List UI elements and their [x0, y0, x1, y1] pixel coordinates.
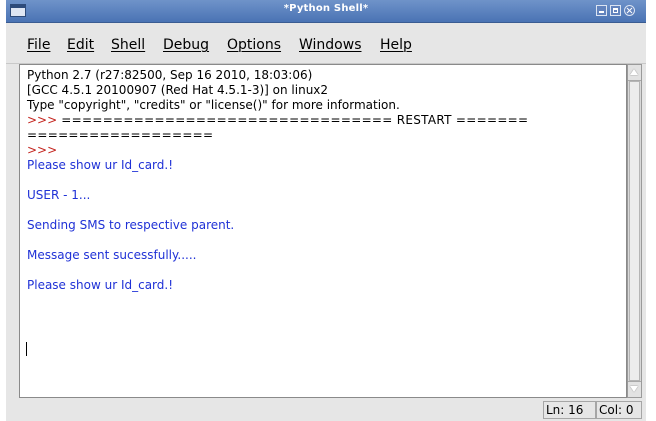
python-shell-window: *Python Shell* File Edit Shell Debug Opt… [6, 0, 646, 421]
prompt: >>> [27, 143, 58, 157]
prompt: >>> [27, 113, 58, 127]
maximize-button[interactable] [610, 5, 621, 16]
text-cursor [26, 342, 27, 356]
minimize-button[interactable] [596, 5, 607, 16]
shell-text-area[interactable]: Python 2.7 (r27:82500, Sep 16 2010, 18:0… [19, 64, 627, 398]
menu-bar: File Edit Shell Debug Options Windows He… [6, 23, 646, 64]
output-line: Please show ur Id_card.! [27, 158, 174, 172]
restart-rule: ================================ RESTART… [57, 113, 529, 127]
status-bar: Ln: 16 Col: 0 [6, 399, 646, 421]
scroll-up-arrow-icon[interactable] [628, 65, 641, 81]
output-line: USER - 1... [27, 188, 91, 202]
line-number-indicator: Ln: 16 [543, 401, 596, 419]
menu-windows[interactable]: Windows [299, 37, 362, 53]
menu-file[interactable]: File [27, 37, 50, 53]
menu-edit[interactable]: Edit [67, 37, 94, 53]
scroll-down-arrow-icon[interactable] [628, 381, 641, 397]
banner-version-line: Python 2.7 (r27:82500, Sep 16 2010, 18:0… [27, 68, 313, 82]
vertical-scrollbar[interactable] [627, 64, 642, 398]
output-line: Message sent sucessfully..... [27, 248, 197, 262]
menu-shell[interactable]: Shell [111, 37, 145, 53]
restart-rule-continued: ================== [27, 128, 214, 142]
menu-debug[interactable]: Debug [163, 37, 209, 53]
banner-info-line: Type "copyright", "credits" or "license(… [27, 98, 400, 112]
restart-line: >>> ================================ RES… [27, 113, 528, 128]
title-bar[interactable]: *Python Shell* [6, 0, 646, 23]
output-line: Please show ur Id_card.! [27, 278, 174, 292]
window-title: *Python Shell* [283, 3, 369, 14]
close-button[interactable] [624, 5, 635, 16]
scrollbar-thumb[interactable] [629, 81, 640, 381]
menu-help[interactable]: Help [380, 37, 412, 53]
column-number-indicator: Col: 0 [596, 401, 642, 419]
banner-compiler-line: [GCC 4.5.1 20100907 (Red Hat 4.5.1-3)] o… [27, 83, 329, 97]
menu-options[interactable]: Options [227, 37, 281, 53]
output-line: Sending SMS to respective parent. [27, 218, 235, 232]
